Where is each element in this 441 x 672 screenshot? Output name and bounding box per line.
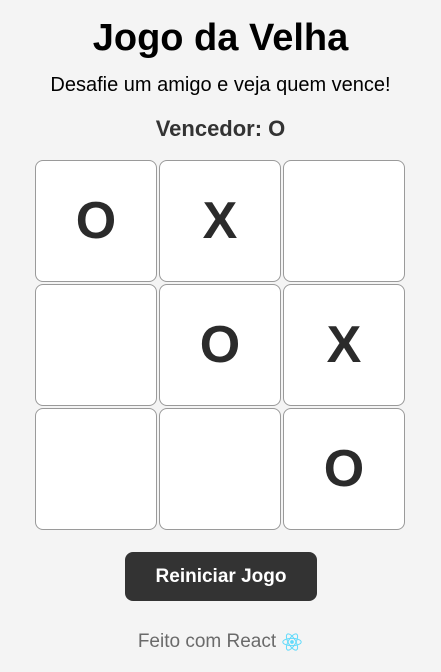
board-cell-8[interactable]: O [283,408,405,530]
board-cell-2[interactable] [283,160,405,282]
winner-status: Vencedor: O [155,116,286,141]
board-cell-4[interactable]: O [159,284,281,406]
game-board: O X O X O [35,160,408,533]
board-cell-0[interactable]: O [35,160,157,282]
page-subtitle: Desafie um amigo e veja quem vence! [50,74,391,96]
board-cell-5[interactable]: X [283,284,405,406]
react-icon [281,631,303,653]
footer-text: Feito com React [137,631,277,652]
board-cell-7[interactable] [159,408,281,530]
board-cell-6[interactable] [35,408,157,530]
footer: Feito com React [0,630,441,654]
tic-tac-toe-app: Jogo da Velha Desafie um amigo e veja qu… [0,0,441,672]
page-title: Jogo da Velha [92,17,349,59]
board-cell-1[interactable]: X [159,160,281,282]
board-cell-3[interactable] [35,284,157,406]
reset-game-button[interactable]: Reiniciar Jogo [125,552,317,601]
